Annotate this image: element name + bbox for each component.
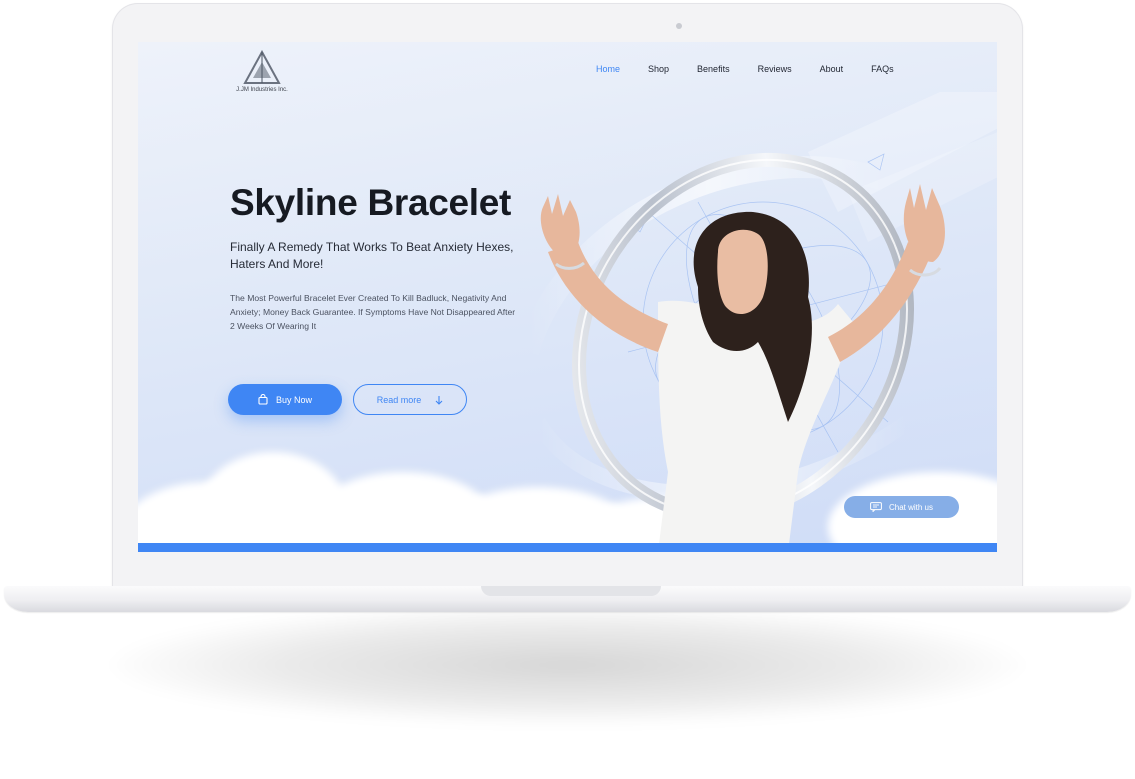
read-more-label: Read more: [376, 394, 422, 405]
chat-label: Chat with us: [888, 502, 934, 512]
main-nav: Home Shop Benefits Reviews About FAQs: [596, 64, 922, 74]
nav-item-home[interactable]: Home: [596, 64, 620, 74]
laptop-shadow: [110, 605, 1025, 725]
hero-description: The Most Powerful Bracelet Ever Created …: [230, 293, 516, 331]
bottom-accent-bar: [138, 543, 997, 552]
website-screen: J.JM Industries Inc. Home Shop Benefits …: [138, 42, 997, 552]
laptop-notch: [481, 586, 661, 596]
buy-now-button[interactable]: Buy Now: [228, 384, 342, 415]
nav-item-shop[interactable]: Shop: [648, 64, 669, 74]
laptop-mockup-stage: J.JM Industries Inc. Home Shop Benefits …: [0, 0, 1135, 779]
triangle-logo-icon: [243, 50, 281, 84]
laptop-base: [4, 586, 1131, 612]
chat-with-us-button[interactable]: Chat with us: [844, 496, 959, 518]
read-more-button[interactable]: Read more: [353, 384, 467, 415]
hero-subtitle: Finally A Remedy That Works To Beat Anxi…: [230, 240, 514, 271]
nav-item-reviews[interactable]: Reviews: [758, 64, 792, 74]
shopping-bag-icon: [258, 394, 268, 405]
nav-item-faqs[interactable]: FAQs: [871, 64, 894, 74]
hero-title: Skyline Bracelet: [230, 182, 512, 223]
arrow-down-icon: [435, 395, 443, 405]
bracelet-woman-illustration: [517, 92, 997, 552]
chat-bubble-icon: [870, 502, 882, 512]
nav-item-benefits[interactable]: Benefits: [697, 64, 730, 74]
nav-item-about[interactable]: About: [820, 64, 844, 74]
buy-now-label: Buy Now: [275, 394, 312, 405]
company-name: J.JM Industries Inc.: [236, 87, 288, 93]
camera-dot: [676, 23, 682, 29]
brand-logo[interactable]: J.JM Industries Inc.: [222, 50, 302, 100]
